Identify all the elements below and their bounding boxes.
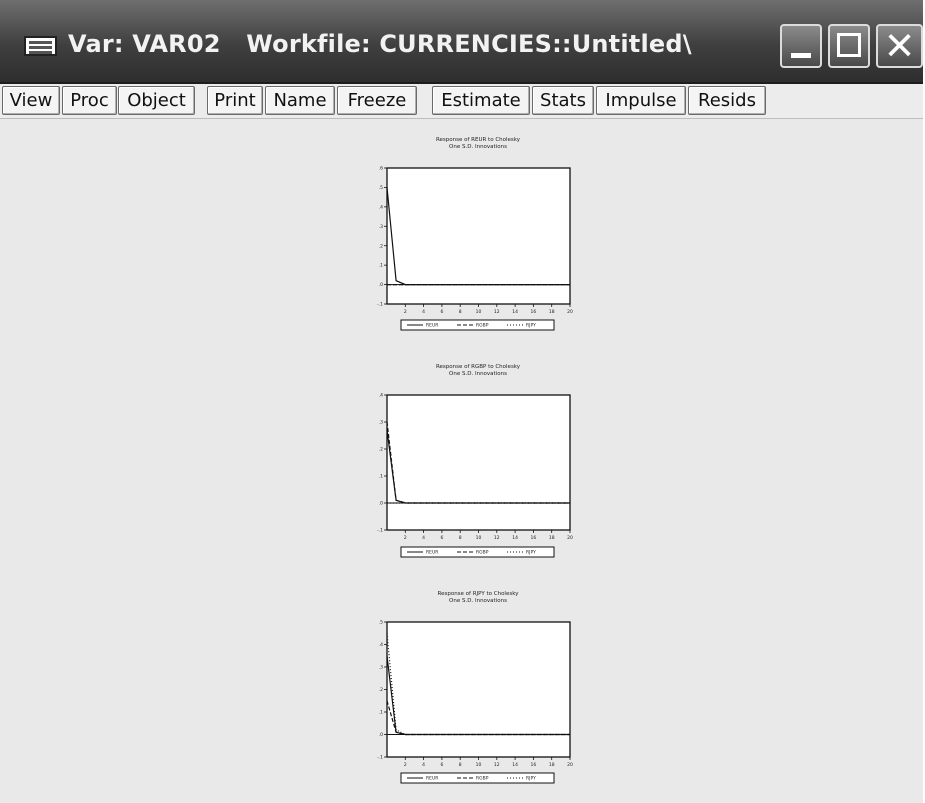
x-tick-label: 8 (459, 762, 462, 768)
chart-title-line: One S.D. Innovations (449, 371, 507, 377)
freeze-button[interactable]: Freeze (337, 86, 417, 115)
irf-chart-2: Response of RGBP to CholeskyOne S.D. Inn… (377, 364, 573, 558)
y-tick-label: .6 (379, 166, 383, 172)
chart-title-line: Response of REUR to Cholesky (436, 137, 521, 143)
x-tick-label: 2 (404, 535, 407, 541)
y-tick-label: .2 (379, 447, 383, 453)
y-tick-label: .4 (379, 204, 383, 210)
x-tick-label: 8 (459, 309, 462, 315)
x-tick-label: 12 (494, 535, 500, 541)
x-tick-label: 4 (422, 535, 425, 541)
plot-frame (386, 621, 571, 758)
legend-label: REUR (426, 776, 438, 782)
x-tick-label: 10 (476, 309, 482, 315)
minimize-button[interactable] (780, 24, 822, 68)
x-tick-label: 2 (404, 762, 407, 768)
y-tick-label: .4 (379, 393, 383, 399)
y-tick-label: .0 (379, 501, 383, 507)
window-title: Var: VAR02 Workfile: CURRENCIES::Untitle… (68, 30, 692, 58)
graph-area: Response of REUR to Cholesky One S.D. Inn… (0, 119, 923, 803)
legend-label: RJPY (526, 776, 536, 782)
y-tick-label: .0 (379, 732, 383, 738)
x-tick-label: 20 (567, 309, 573, 315)
legend-label: RGBP (476, 550, 489, 556)
y-tick-label: .3 (379, 224, 383, 230)
minimize-icon (791, 53, 811, 58)
stats-button[interactable]: Stats (532, 86, 594, 115)
title-bar[interactable]: Var: VAR02 Workfile: CURRENCIES::Untitle… (0, 0, 923, 84)
x-tick-label: 4 (422, 762, 425, 768)
x-tick-label: 20 (567, 535, 573, 541)
close-button[interactable]: ✕ (876, 24, 923, 68)
y-tick-label: .2 (379, 243, 383, 249)
y-tick-label: .3 (379, 420, 383, 426)
legend-label: RGBP (476, 323, 489, 329)
chart-title-line: One S.D. Innovations (449, 144, 507, 150)
x-tick-label: 16 (531, 535, 537, 541)
x-tick-label: 6 (440, 762, 443, 768)
legend-label: REUR (426, 323, 438, 329)
chart-title-line: Response of RJPY to Cholesky (438, 591, 520, 597)
x-tick-label: 18 (549, 535, 555, 541)
legend-label: RJPY (526, 323, 536, 329)
view-button[interactable]: View (2, 86, 60, 115)
x-tick-label: 14 (512, 309, 518, 315)
legend-label: REUR (426, 550, 438, 556)
maximize-button[interactable] (828, 24, 870, 68)
legend-label: RJPY (526, 550, 536, 556)
x-tick-label: 6 (440, 535, 443, 541)
x-tick-label: 16 (531, 762, 537, 768)
chart-title-line: One S.D. Innovations (449, 598, 507, 604)
name-button[interactable]: Name (265, 86, 335, 115)
x-tick-label: 2 (404, 309, 407, 315)
y-tick-label: .4 (379, 642, 383, 648)
chart-title-line: Response of RGBP to Cholesky (436, 364, 521, 370)
x-tick-label: 12 (494, 762, 500, 768)
x-tick-label: 10 (476, 535, 482, 541)
plot-frame (386, 394, 571, 531)
x-tick-label: 4 (422, 309, 425, 315)
irf-chart-1: Response of REUR to CholeskyOne S.D. Inn… (377, 137, 573, 331)
close-icon: ✕ (883, 24, 916, 68)
y-tick-label: .2 (379, 687, 383, 693)
x-tick-label: 8 (459, 535, 462, 541)
x-tick-label: 14 (512, 762, 518, 768)
x-tick-label: 16 (531, 309, 537, 315)
y-tick-label: -.1 (377, 302, 383, 308)
var-window: Var: VAR02 Workfile: CURRENCIES::Untitle… (0, 0, 923, 803)
proc-button[interactable]: Proc (62, 86, 117, 115)
x-tick-label: 6 (440, 309, 443, 315)
x-tick-label: 18 (549, 762, 555, 768)
maximize-icon (837, 33, 861, 57)
estimate-button[interactable]: Estimate (432, 86, 530, 115)
y-tick-label: .1 (379, 710, 383, 716)
plot-frame (386, 167, 571, 305)
toolbar: View Proc Object Print Name Freeze Estim… (0, 84, 923, 119)
y-tick-label: -.1 (377, 528, 383, 534)
print-button[interactable]: Print (207, 86, 263, 115)
y-tick-label: .1 (379, 474, 383, 480)
x-tick-label: 12 (494, 309, 500, 315)
resids-button[interactable]: Resids (688, 86, 766, 115)
y-tick-label: -.1 (377, 755, 383, 761)
legend-label: RGBP (476, 776, 489, 782)
x-tick-label: 20 (567, 762, 573, 768)
object-button[interactable]: Object (118, 86, 195, 115)
x-tick-label: 10 (476, 762, 482, 768)
x-tick-label: 18 (549, 309, 555, 315)
y-tick-label: .1 (379, 263, 383, 269)
impulse-response-graphs: Response of REUR to CholeskyOne S.D. Inn… (377, 137, 573, 784)
impulse-button[interactable]: Impulse (596, 86, 686, 115)
y-tick-label: .0 (379, 282, 383, 288)
irf-chart-3: Response of RJPY to CholeskyOne S.D. Inn… (377, 591, 573, 784)
y-tick-label: .5 (379, 620, 383, 626)
y-tick-label: .3 (379, 665, 383, 671)
x-tick-label: 14 (512, 535, 518, 541)
window-icon[interactable] (24, 36, 57, 56)
y-tick-label: .5 (379, 185, 383, 191)
